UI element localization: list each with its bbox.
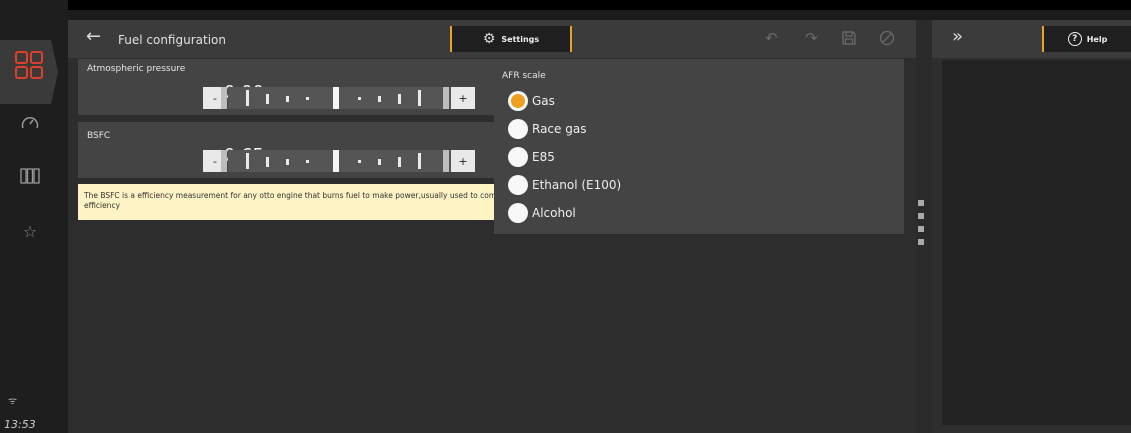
gear-icon: ⚙	[482, 31, 496, 47]
increment-button[interactable]: +	[451, 150, 475, 172]
undo-icon[interactable]: ↶	[765, 29, 778, 47]
save-icon[interactable]	[841, 30, 857, 46]
radio-option-alcohol[interactable]: Alcohol	[508, 203, 576, 223]
slider-tick	[306, 97, 309, 100]
radio-option-ethanol[interactable]: Ethanol (E100)	[508, 175, 621, 195]
columns-icon[interactable]	[20, 168, 40, 184]
slider-tick	[266, 94, 269, 104]
slider-tick	[266, 157, 269, 167]
slider-tick	[358, 160, 361, 163]
slider-tick	[246, 153, 249, 169]
star-icon[interactable]: ☆	[10, 222, 50, 241]
tab-help[interactable]: ? Help	[1042, 26, 1131, 52]
afr-scale-title: AFR scale	[502, 71, 546, 81]
increment-button[interactable]: +	[451, 87, 475, 109]
help-panel: » ? Help	[932, 20, 1131, 433]
grip-dot	[918, 213, 924, 219]
slider-tick	[378, 96, 381, 102]
slider-tick	[398, 157, 401, 167]
slider-end-handle[interactable]	[443, 150, 449, 172]
panel-resize-handle[interactable]	[916, 20, 932, 433]
radio-button[interactable]	[508, 91, 528, 111]
wifi-icon: ᯤ	[8, 396, 18, 407]
tab-help-label: Help	[1086, 34, 1108, 44]
radio-option-e85[interactable]: E85	[508, 147, 555, 167]
top-strip	[0, 0, 1131, 10]
slider-tick	[358, 97, 361, 100]
slider-tick	[306, 160, 309, 163]
radio-button[interactable]	[508, 203, 528, 223]
gauge-icon[interactable]	[21, 115, 39, 131]
help-panel-header: » ? Help	[932, 20, 1131, 58]
slider-tick	[246, 90, 249, 106]
help-content	[942, 60, 1131, 425]
slider-tick	[398, 94, 401, 104]
slider-tick	[418, 153, 421, 169]
slider-tick	[418, 90, 421, 106]
clock: 13:53	[4, 418, 36, 431]
radio-button[interactable]	[508, 147, 528, 167]
grip-dot	[918, 200, 924, 206]
afr-scale-group: AFR scale Gas Race gas E85 Ethanol (E100…	[494, 59, 904, 234]
sidebar: ☆ ᯤ 13:53	[0, 0, 68, 433]
slider-end-handle[interactable]	[443, 87, 449, 109]
radio-button[interactable]	[508, 119, 528, 139]
help-icon: ?	[1067, 32, 1082, 46]
param-bsfc: BSFC 0.65 - +	[78, 122, 557, 178]
header: ← Fuel configuration ⚙ Settings ↶ ↷	[68, 20, 916, 58]
page-title: Fuel configuration	[118, 33, 226, 47]
param-label: BSFC	[87, 131, 111, 141]
radio-option-gas[interactable]: Gas	[508, 91, 555, 111]
param-label: Atmospheric pressure	[87, 64, 186, 74]
tab-settings[interactable]: ⚙ Settings	[450, 26, 572, 52]
cancel-icon[interactable]	[879, 30, 895, 46]
radio-label: Alcohol	[532, 206, 576, 220]
radio-button[interactable]	[508, 175, 528, 195]
radio-label: E85	[532, 150, 555, 164]
radio-label: Ethanol (E100)	[532, 178, 622, 192]
grid-logo-icon[interactable]	[15, 51, 43, 79]
slider-handle[interactable]	[333, 150, 339, 172]
info-tooltip: The BSFC is a efficiency measurement for…	[78, 184, 557, 220]
arrow-left-icon[interactable]: ←	[86, 26, 101, 47]
radio-option-race-gas[interactable]: Race gas	[508, 119, 586, 139]
param-atmospheric-pressure: Atmospheric pressure 0.00 - +	[78, 59, 557, 115]
slider-tick	[286, 96, 289, 102]
slider-start-handle[interactable]	[221, 87, 227, 109]
radio-label: Race gas	[532, 122, 587, 136]
slider-track[interactable]	[228, 150, 466, 172]
slider-handle[interactable]	[333, 87, 339, 109]
tab-settings-label: Settings	[501, 34, 540, 44]
radio-label: Gas	[532, 94, 555, 108]
redo-icon[interactable]: ↷	[805, 29, 818, 47]
slider-track[interactable]	[228, 87, 466, 109]
slider-start-handle[interactable]	[221, 150, 227, 172]
grip-dot	[918, 226, 924, 232]
main-panel: ← Fuel configuration ⚙ Settings ↶ ↷ Atmo…	[68, 20, 916, 433]
double-chevron-right-icon[interactable]: »	[952, 26, 963, 47]
slider-tick	[286, 159, 289, 165]
grip-dot	[918, 239, 924, 245]
slider-tick	[378, 159, 381, 165]
